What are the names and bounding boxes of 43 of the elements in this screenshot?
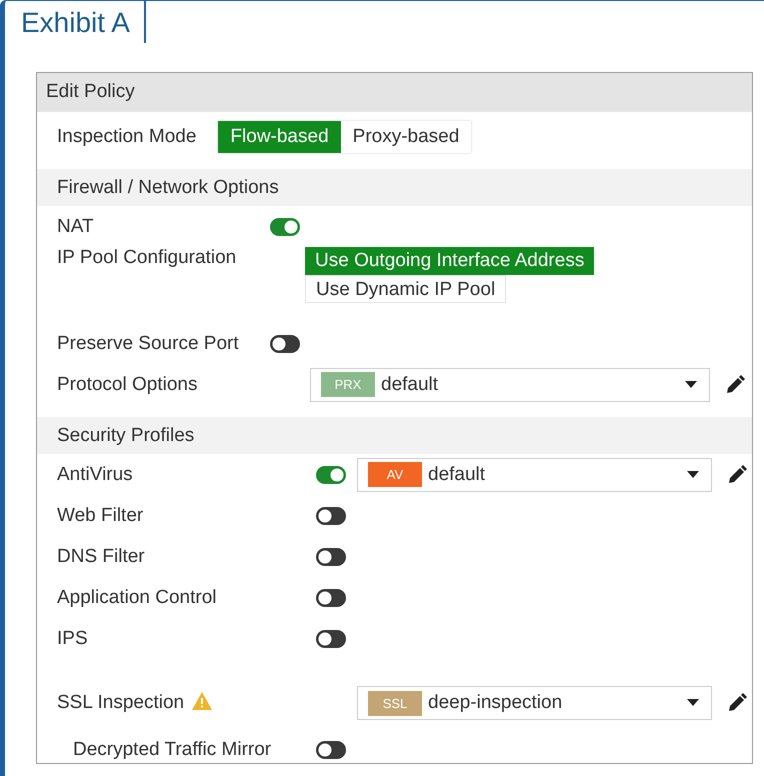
toggle-switch[interactable] xyxy=(316,466,346,484)
caret-icon xyxy=(687,699,699,707)
profile-select[interactable]: SSL deep-inspection xyxy=(357,686,712,720)
dialog-title: Edit Policy xyxy=(37,73,752,112)
section-header: Security Profiles xyxy=(37,417,752,454)
caret-icon xyxy=(687,470,699,478)
caret-icon xyxy=(685,380,697,388)
field-label: AntiVirus xyxy=(57,464,133,484)
edit-icon[interactable] xyxy=(725,374,745,394)
profile-badge: PRX xyxy=(321,372,375,397)
field-label: Web Filter xyxy=(57,504,144,526)
field-label: Decrypted Traffic Mirror xyxy=(73,738,272,760)
field-label: NAT xyxy=(57,216,94,236)
toggle-switch[interactable] xyxy=(316,630,346,648)
toggle-switch[interactable] xyxy=(316,740,346,758)
select-value: default xyxy=(381,374,440,396)
profile-select[interactable]: AV default xyxy=(357,458,712,492)
field-label: DNS Filter xyxy=(57,546,145,566)
profile-select[interactable]: PRX default xyxy=(310,368,710,402)
toggle-switch[interactable] xyxy=(270,334,300,352)
edit-icon[interactable] xyxy=(727,693,747,713)
mode-option[interactable]: Flow-based xyxy=(218,120,341,152)
field-label: IP Pool Configuration xyxy=(57,247,236,268)
exhibit-tab[interactable]: Exhibit A xyxy=(17,1,146,43)
field-label: Protocol Options xyxy=(57,374,198,394)
field-label: Inspection Mode xyxy=(57,126,196,148)
field-label: SSL Inspection xyxy=(57,692,184,713)
toggle-switch[interactable] xyxy=(270,218,300,236)
select-value: deep-inspection xyxy=(428,692,564,714)
profile-badge: AV xyxy=(368,462,422,487)
section-header: Firewall / Network Options xyxy=(37,169,752,206)
field-label: Application Control xyxy=(57,586,216,608)
profile-badge: SSL xyxy=(368,690,422,716)
ip-pool-option[interactable]: Use Outgoing Interface Address xyxy=(305,247,594,275)
toggle-switch[interactable] xyxy=(316,588,346,606)
toggle-switch[interactable] xyxy=(316,506,346,524)
ip-pool-option[interactable]: Use Dynamic IP Pool xyxy=(305,275,506,303)
edit-icon[interactable] xyxy=(727,464,747,484)
mode-option[interactable]: Proxy-based xyxy=(340,120,472,152)
field-label: Preserve Source Port xyxy=(57,332,239,354)
toggle-switch[interactable] xyxy=(316,548,346,566)
select-value: default xyxy=(428,464,486,486)
field-label: IPS xyxy=(57,628,88,648)
